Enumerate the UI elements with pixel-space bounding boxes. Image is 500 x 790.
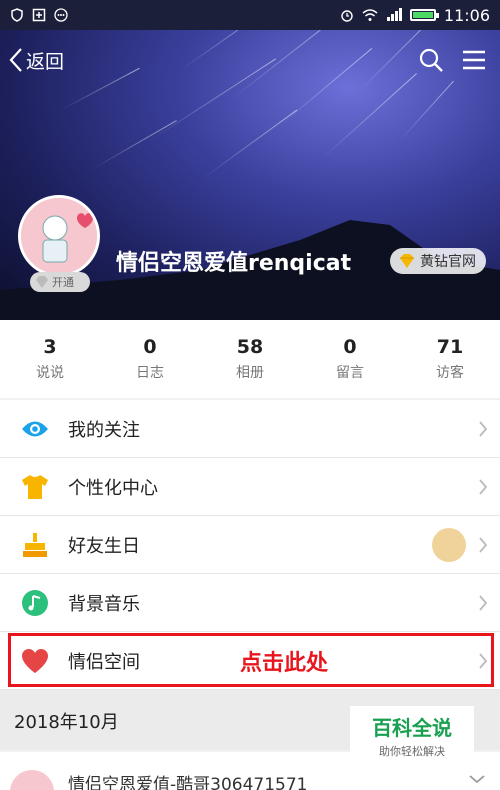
diamond-icon [36, 276, 48, 288]
stat-liuyan[interactable]: 0 留言 [300, 320, 400, 398]
alarm-icon [341, 10, 353, 22]
username: 情侣空恩爱值renqicat [116, 251, 352, 276]
stat-value: 0 [143, 336, 157, 358]
stat-fangke[interactable]: 71 访客 [400, 320, 500, 398]
stat-label: 说说 [36, 365, 64, 381]
back-button[interactable]: 返回 [8, 47, 64, 74]
month-label: 2018年10月 [14, 712, 119, 733]
plus-box-icon [32, 8, 46, 22]
stat-value: 3 [43, 336, 57, 358]
click-here-annotation: 点击此处 [240, 651, 329, 676]
more-icon [54, 8, 68, 22]
status-time: 11:06 [443, 5, 490, 25]
menu-item-friend-birthday[interactable]: 好友生日 [0, 516, 500, 574]
menu-item-label: 背景音乐 [68, 593, 140, 615]
chevron-right-icon [479, 537, 488, 553]
stat-label: 访客 [436, 365, 464, 381]
yellow-diamond-icon [400, 254, 414, 268]
feed-item-text: 情侣空恩爱值-酷哥306471571 [68, 775, 308, 790]
chevron-right-icon [479, 479, 488, 495]
chevron-left-icon [9, 48, 22, 72]
stat-label: 相册 [236, 365, 264, 381]
wifi-icon [362, 9, 378, 21]
chevron-right-icon [479, 421, 488, 437]
stat-rizhi[interactable]: 0 日志 [100, 320, 200, 398]
feed-avatar [10, 770, 54, 790]
watermark-subtitle: 助你轻松解决 [379, 745, 445, 758]
open-vip-label: 开通 [52, 276, 74, 289]
shield-icon [11, 8, 23, 22]
stats-bar: 3 说说 0 日志 58 相册 0 留言 71 访客 [0, 320, 500, 398]
back-label: 返回 [26, 50, 65, 73]
watermark: 百科全说 助你轻松解决 [350, 706, 474, 764]
menu-item-label: 个性化中心 [68, 477, 158, 499]
stat-xiangce[interactable]: 58 相册 [200, 320, 300, 398]
music-icon [22, 589, 48, 616]
avatar[interactable] [18, 195, 100, 277]
open-vip-badge[interactable]: 开通 [30, 272, 90, 292]
watermark-title: 百科全说 [372, 716, 452, 740]
menu-icon[interactable] [462, 49, 486, 71]
stat-label: 留言 [336, 365, 364, 381]
stat-value: 58 [236, 336, 264, 358]
tshirt-icon [22, 474, 48, 499]
menu-item-following[interactable]: 我的关注 [0, 400, 500, 458]
cake-icon [23, 532, 47, 557]
chevron-down-icon[interactable] [468, 774, 486, 784]
battery-icon [409, 9, 439, 21]
menu-item-label: 我的关注 [68, 419, 140, 441]
friend-avatar [432, 528, 466, 562]
eye-icon [22, 421, 48, 436]
signal-icon [386, 8, 402, 21]
stat-shuoshuo[interactable]: 3 说说 [0, 320, 100, 398]
top-nav: 返回 [0, 40, 500, 80]
menu-item-label: 好友生日 [68, 535, 140, 557]
menu-item-personalization[interactable]: 个性化中心 [0, 458, 500, 516]
menu-item-background-music[interactable]: 背景音乐 [0, 574, 500, 632]
stat-value: 71 [436, 336, 464, 358]
status-bar: 11:06 [0, 0, 500, 30]
search-icon[interactable] [418, 47, 444, 73]
chevron-right-icon [479, 595, 488, 611]
yellow-diamond-label: 黄钻官网 [420, 254, 476, 270]
stat-label: 日志 [136, 365, 164, 381]
stat-value: 0 [343, 336, 357, 358]
yellow-diamond-button[interactable]: 黄钻官网 [390, 248, 486, 274]
profile-header: 返回 开通 情侣空恩爱值renqicat 黄钻官网 [0, 30, 500, 320]
